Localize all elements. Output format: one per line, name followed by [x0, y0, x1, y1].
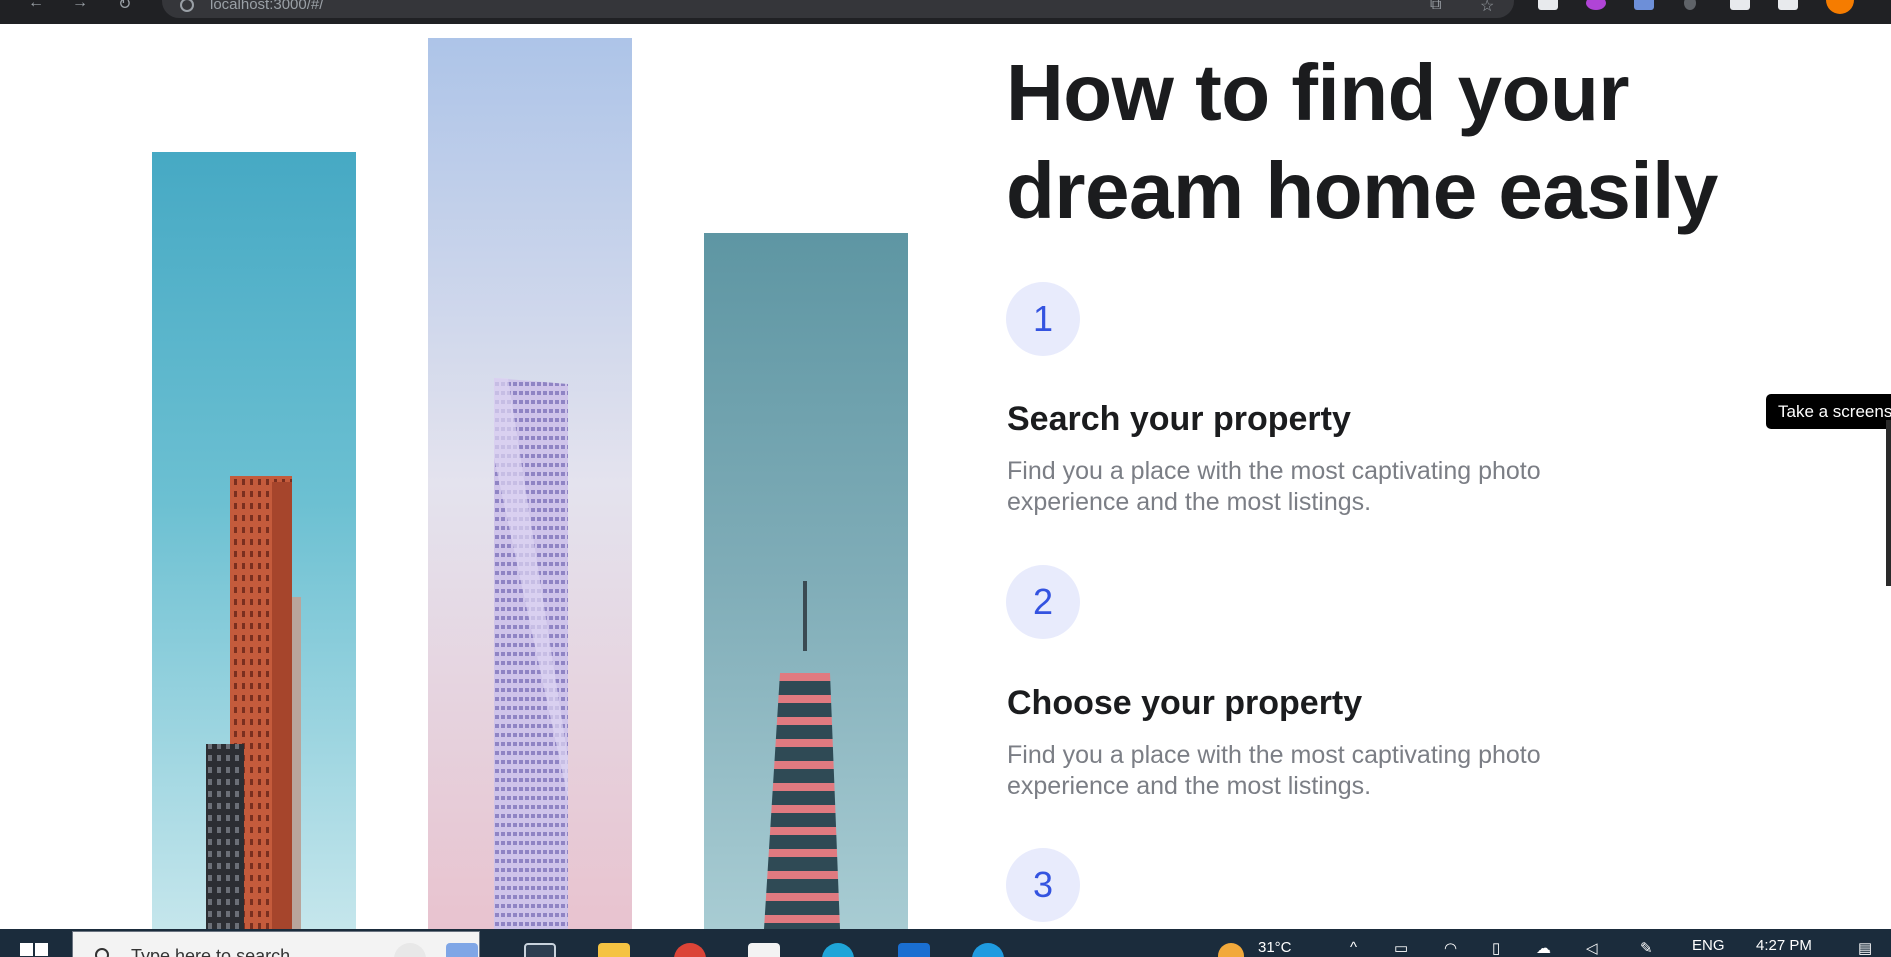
extension-icon[interactable]: [1634, 0, 1654, 10]
step-title: Choose your property: [1007, 684, 1363, 722]
step-number-badge: 3: [1006, 848, 1080, 922]
extension-icon[interactable]: [1586, 0, 1606, 10]
wifi-icon[interactable]: ◠: [1444, 939, 1457, 957]
share-icon[interactable]: ⧉: [1430, 0, 1441, 14]
building-image-3: [704, 233, 908, 929]
browser-toolbar: ← → ↻ localhost:3000/#/ ⧉ ☆: [0, 0, 1891, 24]
reload-icon[interactable]: ↻: [118, 0, 131, 14]
extension-icon[interactable]: [1538, 0, 1558, 10]
pen-icon[interactable]: ✎: [1640, 939, 1653, 957]
step-description: Find you a place with the most captivati…: [1007, 741, 1541, 800]
widget-icon[interactable]: [446, 943, 478, 957]
network-icon[interactable]: ▭: [1394, 939, 1408, 957]
section-headline: How to find your dream home easily: [1006, 48, 1718, 235]
url-text[interactable]: localhost:3000/#/: [210, 0, 323, 13]
address-bar[interactable]: localhost:3000/#/: [162, 0, 1514, 18]
chevron-up-icon[interactable]: ^: [1350, 939, 1357, 956]
site-info-icon[interactable]: [180, 0, 194, 12]
side-panel-icon[interactable]: [1778, 0, 1798, 10]
profile-avatar[interactable]: [1826, 0, 1854, 14]
mail-icon[interactable]: [898, 943, 930, 957]
skype-icon[interactable]: [972, 943, 1004, 957]
language-indicator[interactable]: ENG: [1692, 937, 1725, 954]
task-view-icon[interactable]: [524, 943, 556, 957]
cloud-icon[interactable]: ☁: [1536, 939, 1551, 957]
back-icon[interactable]: ←: [28, 0, 44, 12]
step-description: Find you a place with the most captivati…: [1007, 457, 1541, 516]
screenshot-toolbar-edge[interactable]: [1886, 420, 1891, 586]
step-title: Search your property: [1007, 400, 1351, 438]
building-image-1: [152, 152, 356, 929]
edge-icon[interactable]: [822, 943, 854, 957]
chrome-icon[interactable]: [674, 943, 706, 957]
step-number-badge: 1: [1006, 282, 1080, 356]
extensions-puzzle-icon[interactable]: [1730, 0, 1750, 10]
store-icon[interactable]: [748, 943, 780, 957]
volume-icon[interactable]: ◁: [1586, 939, 1598, 957]
screenshot-tooltip: Take a screensh: [1766, 394, 1891, 429]
weather-icon[interactable]: [1218, 943, 1244, 957]
file-explorer-icon[interactable]: [598, 943, 630, 957]
temperature-text[interactable]: 31°C: [1258, 939, 1292, 956]
building-image-2: [428, 38, 632, 929]
battery-icon[interactable]: ▯: [1492, 939, 1500, 957]
clock-time[interactable]: 4:27 PM: [1756, 937, 1812, 954]
bookmark-star-icon[interactable]: ☆: [1480, 0, 1494, 16]
search-placeholder: Type here to search: [131, 946, 291, 957]
windows-taskbar: Type here to search 31°C ^ ▭ ◠ ▯ ☁ ◁ ✎ E…: [0, 929, 1891, 957]
forward-icon[interactable]: →: [72, 0, 88, 12]
extension-icon[interactable]: [1684, 0, 1696, 10]
step-number-badge: 2: [1006, 565, 1080, 639]
notifications-icon[interactable]: ▤: [1858, 939, 1872, 957]
search-icon: [95, 948, 109, 957]
windows-start-icon[interactable]: [20, 943, 48, 957]
